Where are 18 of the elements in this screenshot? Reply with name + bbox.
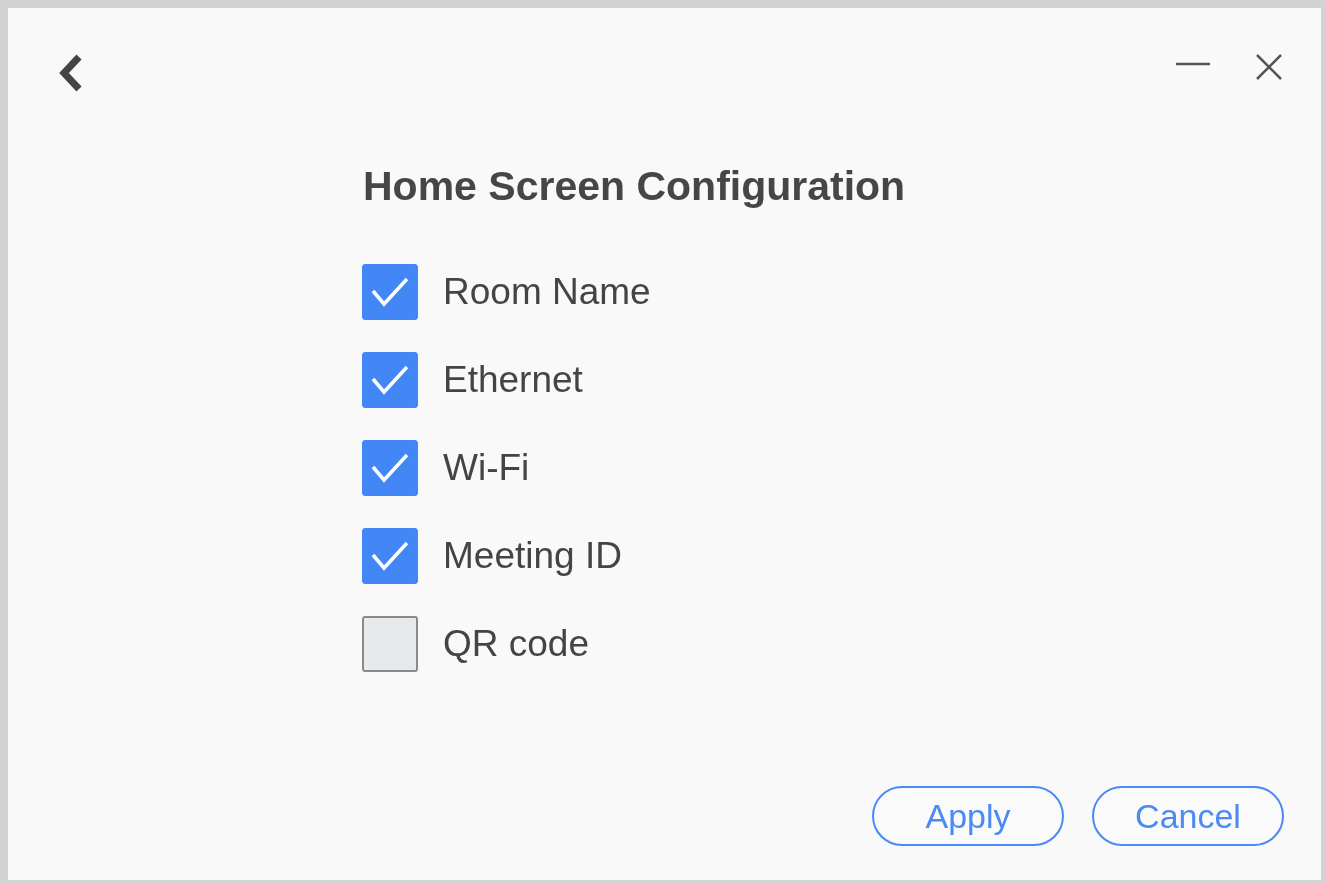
checkbox[interactable]	[362, 616, 418, 672]
checkbox[interactable]	[362, 352, 418, 408]
option-label: Room Name	[443, 271, 651, 313]
close-icon[interactable]	[1255, 53, 1283, 81]
cancel-button[interactable]: Cancel	[1092, 786, 1284, 846]
option-label: QR code	[443, 623, 589, 665]
check-icon	[371, 277, 409, 307]
check-icon	[371, 365, 409, 395]
option-label: Meeting ID	[443, 535, 622, 577]
checkbox[interactable]	[362, 264, 418, 320]
apply-button[interactable]: Apply	[872, 786, 1064, 846]
check-icon	[371, 541, 409, 571]
check-icon	[371, 453, 409, 483]
checkbox[interactable]	[362, 440, 418, 496]
option-label: Ethernet	[443, 359, 583, 401]
dialog-title: Home Screen Configuration	[363, 163, 907, 210]
checkbox[interactable]	[362, 528, 418, 584]
option-label: Wi-Fi	[443, 447, 530, 489]
